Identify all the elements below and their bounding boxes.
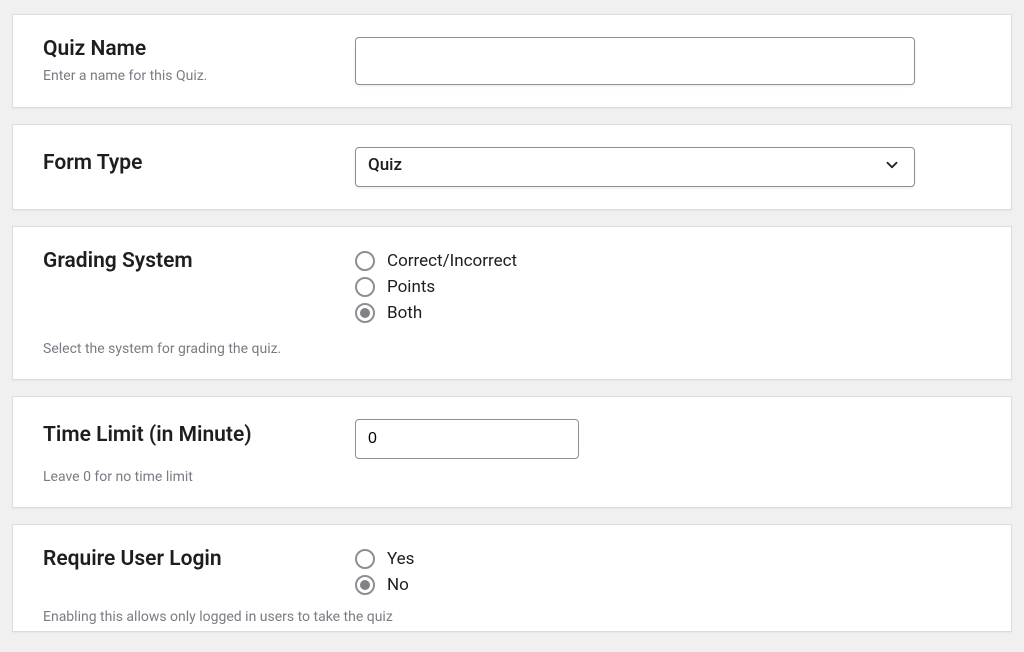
grading-option-label: Both (387, 303, 422, 323)
grading-system-help: Select the system for grading the quiz. (43, 341, 981, 357)
require-login-help: Enabling this allows only logged in user… (43, 609, 981, 625)
time-limit-help: Leave 0 for no time limit (43, 469, 981, 485)
form-type-panel: Form Type Quiz (12, 124, 1012, 210)
form-type-selected: Quiz (355, 147, 915, 187)
grading-system-radio-group: Correct/Incorrect Points Both (355, 249, 981, 323)
require-login-option-label: Yes (387, 549, 414, 569)
grading-system-label: Grading System (43, 249, 335, 274)
grading-option-label: Points (387, 277, 435, 297)
require-login-option-yes[interactable]: Yes (355, 549, 981, 569)
radio-icon (355, 549, 375, 569)
quiz-name-label: Quiz Name (43, 37, 335, 62)
require-login-radio-group: Yes No (355, 547, 981, 595)
require-login-option-no[interactable]: No (355, 575, 981, 595)
radio-icon (355, 575, 375, 595)
grading-option-points[interactable]: Points (355, 277, 981, 297)
time-limit-panel: Time Limit (in Minute) Leave 0 for no ti… (12, 396, 1012, 508)
quiz-name-input[interactable] (355, 37, 915, 85)
time-limit-label: Time Limit (in Minute) (43, 423, 335, 448)
form-type-select[interactable]: Quiz (355, 147, 915, 187)
form-type-label: Form Type (43, 151, 335, 176)
radio-icon (355, 251, 375, 271)
require-login-option-label: No (387, 575, 409, 595)
quiz-name-help: Enter a name for this Quiz. (43, 68, 335, 84)
require-login-panel: Require User Login Yes No Enabling this … (12, 524, 1012, 632)
grading-system-panel: Grading System Correct/Incorrect Points … (12, 226, 1012, 380)
grading-option-correct-incorrect[interactable]: Correct/Incorrect (355, 251, 981, 271)
time-limit-input[interactable] (355, 419, 579, 459)
grading-option-both[interactable]: Both (355, 303, 981, 323)
require-login-label: Require User Login (43, 547, 335, 572)
grading-option-label: Correct/Incorrect (387, 251, 517, 271)
radio-icon (355, 303, 375, 323)
quiz-settings-page: Quiz Name Enter a name for this Quiz. Fo… (0, 0, 1024, 632)
quiz-name-panel: Quiz Name Enter a name for this Quiz. (12, 14, 1012, 108)
radio-icon (355, 277, 375, 297)
